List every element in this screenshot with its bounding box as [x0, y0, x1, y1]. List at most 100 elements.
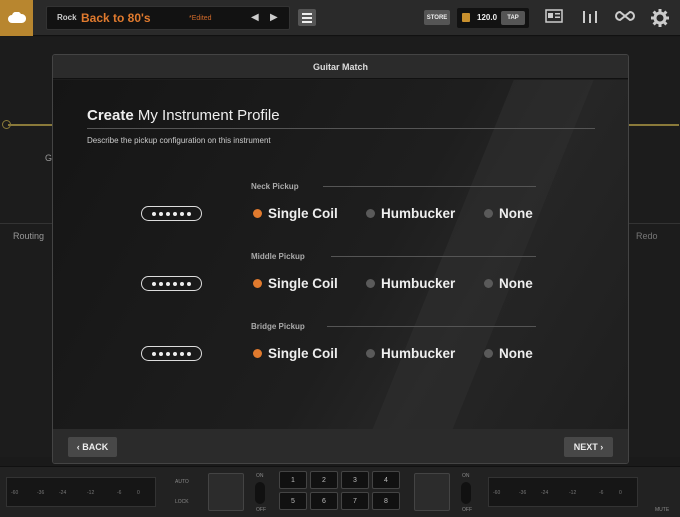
radio-selected-icon — [253, 209, 262, 218]
preset-number-button[interactable]: 1 — [279, 471, 307, 489]
meter-tick: -6 — [117, 490, 122, 496]
meter-tick: 0 — [137, 490, 140, 496]
mixer-icon[interactable] — [581, 9, 599, 30]
output-level-meter[interactable]: -60 -36 -24 -12 -6 0 — [488, 477, 638, 507]
input-level-meter[interactable]: -60 -36 -24 -12 -6 0 — [6, 477, 156, 507]
next-preset-icon[interactable]: ▶ — [270, 12, 278, 23]
radio-unselected-icon — [484, 209, 493, 218]
radio-selected-icon — [253, 279, 262, 288]
preset-name: Back to 80's — [81, 11, 151, 25]
bridge-humbucker-radio[interactable]: Humbucker — [366, 346, 455, 361]
option-label: Humbucker — [381, 346, 456, 361]
neck-none-radio[interactable]: None — [484, 206, 533, 221]
guitar-match-dialog: Guitar Match Create My Instrument Profil… — [52, 54, 629, 464]
preset-number-button[interactable]: 6 — [310, 492, 338, 510]
section-label-neck: Neck Pickup — [251, 182, 299, 191]
bridge-single-coil-radio[interactable]: Single Coil — [253, 346, 338, 361]
link-loop-icon[interactable] — [614, 9, 636, 28]
next-label: NEXT — [573, 442, 598, 452]
gear-icon[interactable] — [651, 9, 669, 32]
preset-number-button[interactable]: 8 — [372, 492, 400, 510]
back-label: BACK — [82, 442, 109, 452]
divider — [87, 128, 595, 129]
middle-humbucker-radio[interactable]: Humbucker — [366, 276, 455, 291]
auto-button[interactable]: AUTO — [175, 479, 189, 485]
tuner-on-label: ON — [256, 473, 264, 479]
middle-none-radio[interactable]: None — [484, 276, 533, 291]
signal-line-right — [629, 124, 679, 126]
tap-tempo-button[interactable]: TAP — [501, 11, 525, 25]
lock-button[interactable]: LOCK — [175, 499, 189, 505]
page-title: Create My Instrument Profile — [87, 107, 280, 124]
title-rest: My Instrument Profile — [133, 107, 280, 124]
preset-number-button[interactable]: 7 — [341, 492, 369, 510]
option-label: Single Coil — [268, 346, 338, 361]
meter-tick: 0 — [619, 490, 622, 496]
meter-tick: -60 — [11, 490, 19, 496]
option-label: Humbucker — [381, 276, 456, 291]
option-label: None — [499, 346, 533, 361]
store-button[interactable]: STORE — [424, 10, 450, 25]
middle-single-coil-radio[interactable]: Single Coil — [253, 276, 338, 291]
routing-tab[interactable]: Routing — [13, 231, 44, 241]
bottom-control-bar: -60 -36 -24 -12 -6 0 AUTO LOCK ON OFF 1 … — [0, 466, 680, 517]
preset-number-button[interactable]: 2 — [310, 471, 338, 489]
tempo-value[interactable]: 120.0 — [477, 13, 497, 22]
single-coil-pickup-icon — [141, 276, 202, 291]
preset-number-button[interactable]: 3 — [341, 471, 369, 489]
bridge-none-radio[interactable]: None — [484, 346, 533, 361]
meter-tick: -36 — [519, 490, 527, 496]
cloud-logo-icon[interactable] — [0, 0, 33, 36]
prev-preset-icon[interactable]: ◀ — [251, 12, 259, 23]
meter-tick: -24 — [59, 490, 67, 496]
divider — [0, 223, 52, 224]
back-button[interactable]: ‹ BACK — [68, 437, 117, 457]
meter-tick: -12 — [569, 490, 577, 496]
tuner-toggle[interactable] — [255, 482, 265, 504]
section-label-bridge: Bridge Pickup — [251, 322, 305, 331]
chevron-right-icon: › — [597, 442, 604, 452]
neck-single-coil-radio[interactable]: Single Coil — [253, 206, 338, 221]
tempo-control: 120.0 TAP — [457, 8, 529, 28]
meter-tick: -6 — [599, 490, 604, 496]
info-card-icon[interactable] — [545, 9, 563, 28]
divider — [331, 256, 536, 257]
section-label-middle: Middle Pickup — [251, 252, 305, 261]
background-partial-label: G — [45, 153, 53, 163]
eq-sliders-icon[interactable] — [414, 473, 450, 511]
dialog-footer: ‹ BACK NEXT › — [53, 429, 628, 463]
redo-button[interactable]: Redo — [636, 231, 658, 241]
preset-number-button[interactable]: 5 — [279, 492, 307, 510]
output-toggle[interactable] — [461, 482, 471, 504]
radio-unselected-icon — [366, 209, 375, 218]
tempo-lock-icon[interactable] — [462, 13, 470, 22]
next-button[interactable]: NEXT › — [564, 437, 613, 457]
radio-unselected-icon — [484, 349, 493, 358]
option-label: Single Coil — [268, 206, 338, 221]
signal-line-left — [8, 124, 52, 126]
meter-tick: -60 — [493, 490, 501, 496]
option-label: None — [499, 206, 533, 221]
tuner-off-label: OFF — [256, 507, 266, 513]
preset-number-grid: 1 2 3 4 5 6 7 8 — [279, 471, 401, 513]
radio-unselected-icon — [366, 349, 375, 358]
neck-humbucker-radio[interactable]: Humbucker — [366, 206, 455, 221]
input-node-icon — [2, 120, 11, 129]
mute-button[interactable]: MUTE — [655, 507, 669, 513]
on-label: ON — [462, 473, 470, 479]
dialog-header: Guitar Match — [53, 55, 628, 79]
option-label: Humbucker — [381, 206, 456, 221]
preset-number-button[interactable]: 4 — [372, 471, 400, 489]
meter-tick: -36 — [37, 490, 45, 496]
single-coil-pickup-icon — [141, 206, 202, 221]
off-label: OFF — [462, 507, 472, 513]
divider — [327, 326, 536, 327]
radio-selected-icon — [253, 349, 262, 358]
preset-selector[interactable]: Rock Back to 80's *Edited ◀ ▶ — [46, 6, 290, 30]
single-coil-pickup-icon — [141, 346, 202, 361]
meter-tick: -24 — [541, 490, 549, 496]
guitar-icon[interactable] — [208, 473, 244, 511]
radio-unselected-icon — [366, 279, 375, 288]
radio-unselected-icon — [484, 279, 493, 288]
preset-menu-button[interactable] — [298, 9, 316, 26]
